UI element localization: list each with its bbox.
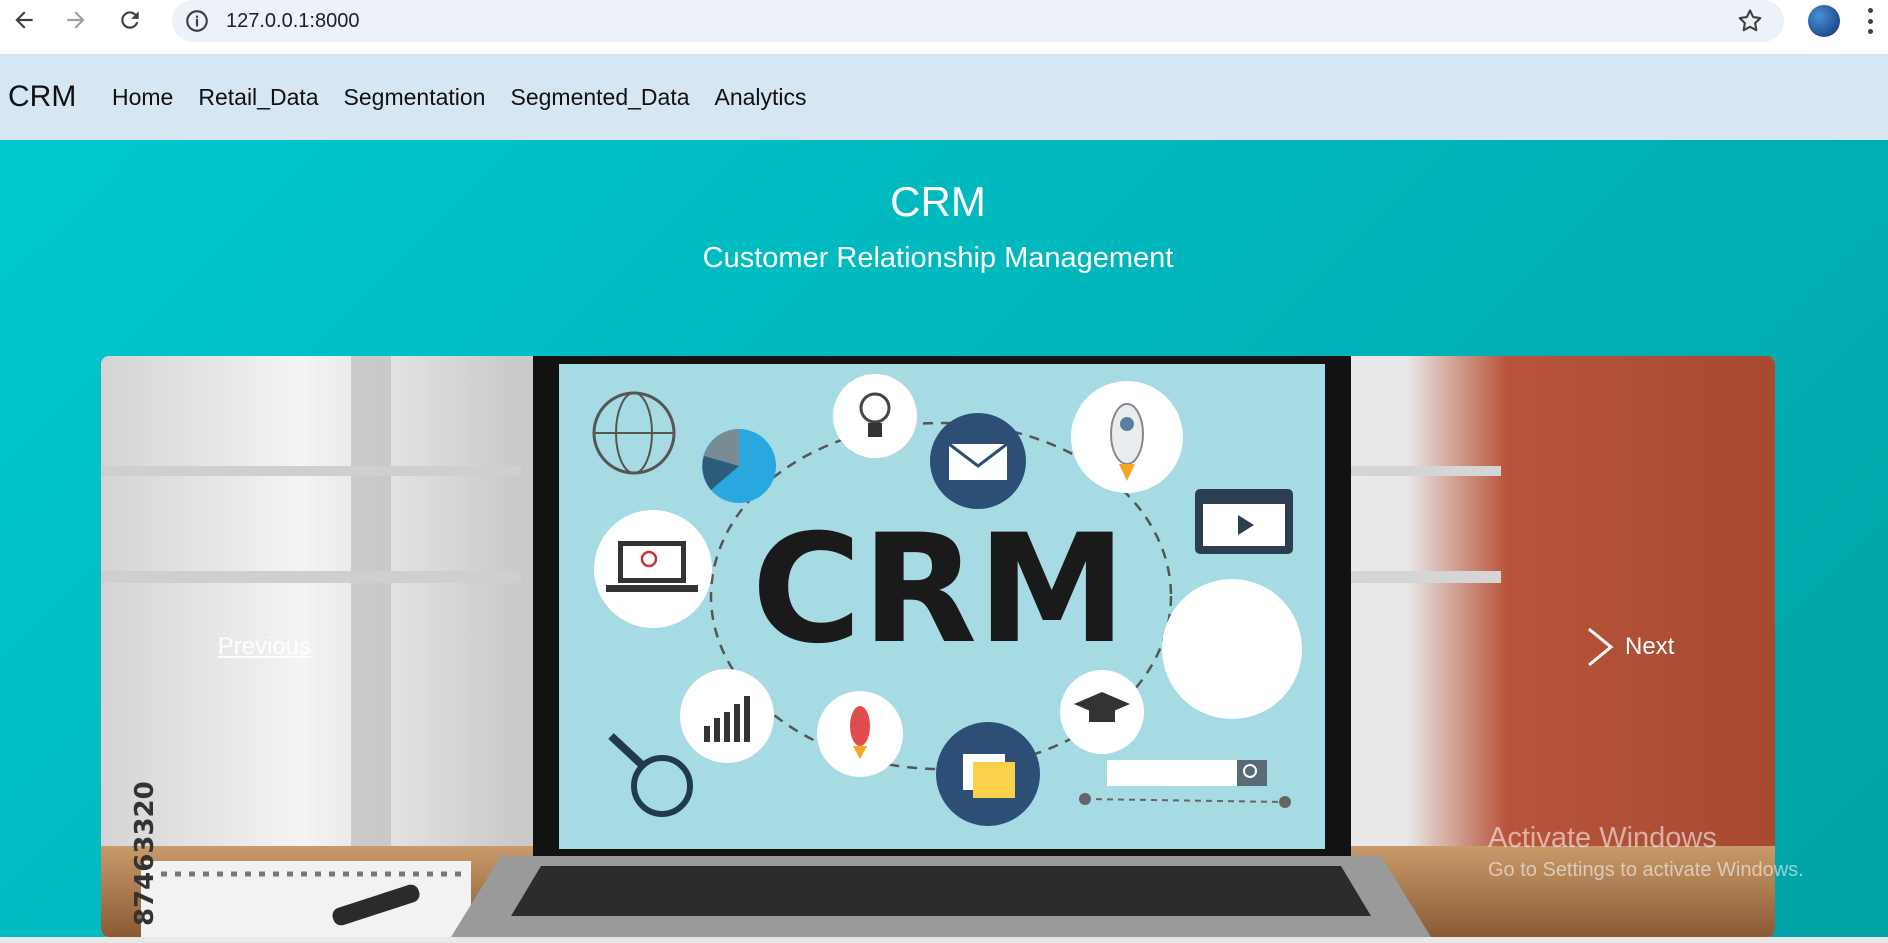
- browser-toolbar: 127.0.0.1:8000: [0, 0, 1888, 42]
- url-text[interactable]: 127.0.0.1:8000: [226, 10, 359, 33]
- nav-link-home[interactable]: Home: [112, 84, 173, 111]
- carousel-prev-button[interactable]: Previous: [101, 356, 351, 937]
- nav-link-segmentation[interactable]: Segmentation: [344, 84, 486, 111]
- forward-icon[interactable]: [56, 0, 96, 40]
- profile-avatar[interactable]: [1808, 5, 1840, 37]
- nav-link-retail-data[interactable]: Retail_Data: [198, 84, 318, 111]
- nav-link-analytics[interactable]: Analytics: [715, 84, 807, 111]
- brand-logo[interactable]: CRM: [8, 80, 76, 114]
- activate-windows-title: Activate Windows: [1488, 822, 1717, 854]
- hero-subtitle: Customer Relationship Management: [702, 242, 1174, 274]
- carousel-prev-label: Previous: [217, 632, 311, 660]
- address-bar[interactable]: 127.0.0.1:8000: [172, 0, 1784, 42]
- carousel-next-label: Next: [1625, 632, 1675, 660]
- hero-title: CRM: [890, 178, 986, 225]
- chevron-right-icon: [1588, 627, 1614, 666]
- menu-icon[interactable]: [1866, 8, 1874, 34]
- activate-windows-hint: Go to Settings to activate Windows.: [1488, 859, 1804, 881]
- crm-screen-text: CRM: [752, 503, 1127, 677]
- nav-link-segmented-data[interactable]: Segmented_Data: [510, 84, 689, 111]
- hero-section: CRM Customer Relationship Management CRM…: [0, 140, 1888, 937]
- reload-icon[interactable]: [110, 0, 150, 40]
- nav-links: Home Retail_Data Segmentation Segmented_…: [112, 84, 807, 111]
- window-bottom-edge: [0, 937, 1888, 943]
- info-icon[interactable]: [184, 8, 210, 34]
- site-navbar: CRM Home Retail_Data Segmentation Segmen…: [0, 54, 1888, 140]
- activate-windows-watermark: Activate Windows Go to Settings to activ…: [1488, 822, 1804, 882]
- star-icon[interactable]: [1736, 7, 1764, 35]
- back-icon[interactable]: [4, 0, 44, 40]
